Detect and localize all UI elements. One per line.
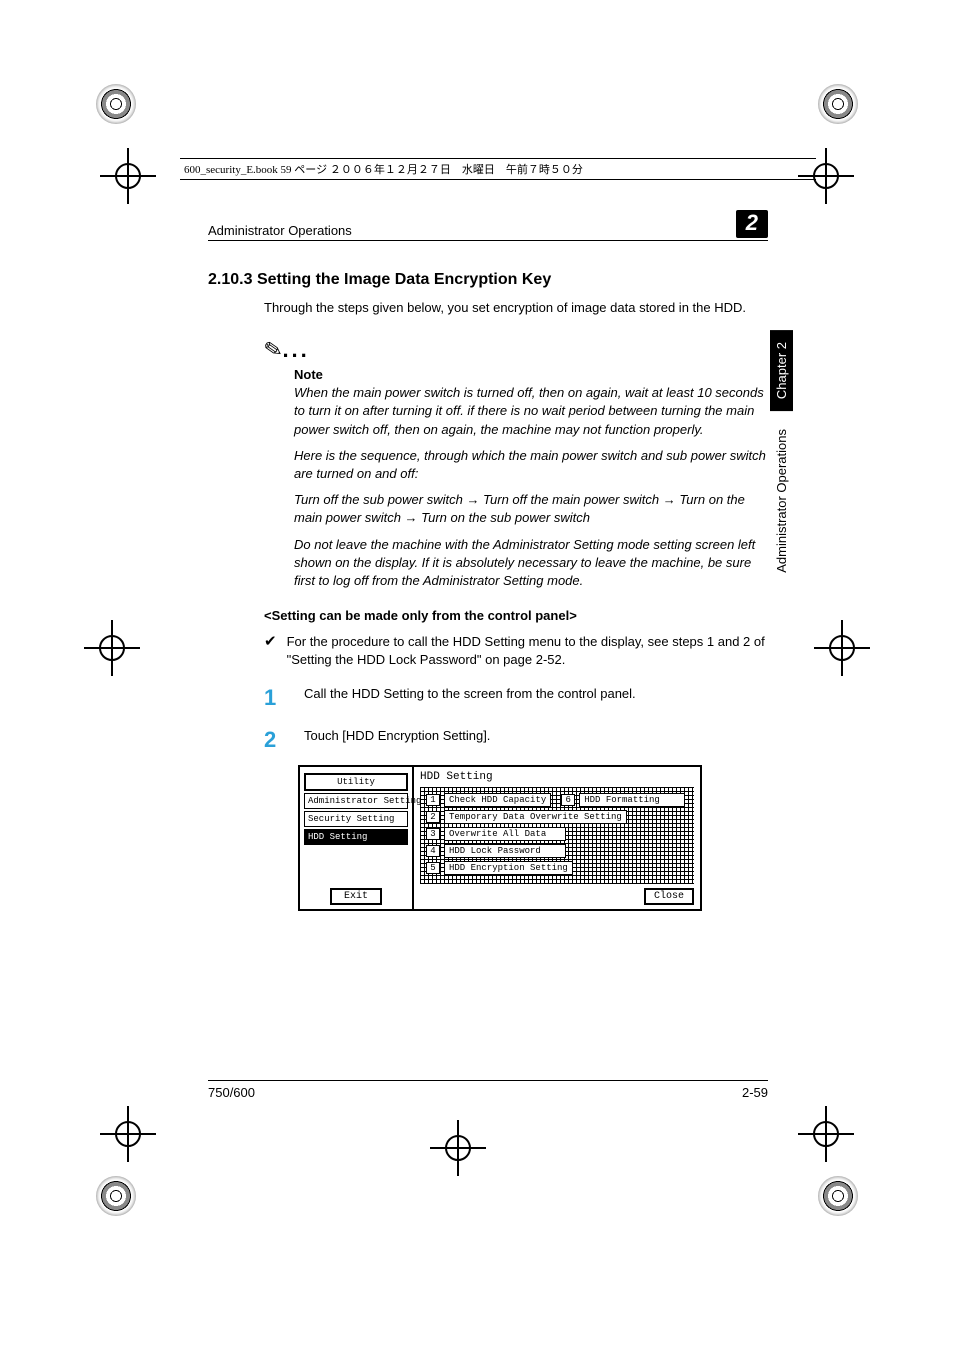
ui-option-button: Check HDD Capacity [444, 793, 551, 807]
registration-mark-icon [100, 1106, 156, 1162]
step-text: Touch [HDD Encryption Setting]. [304, 727, 490, 745]
ui-sidebar-item: Administrator Setting [304, 793, 408, 809]
ui-option-number: 5 [426, 862, 440, 874]
registration-mark-icon [100, 148, 156, 204]
page-footer: 750/600 2-59 [208, 1080, 768, 1100]
note-dots-icon: ... [282, 337, 309, 362]
footer-page-number: 2-59 [742, 1085, 768, 1100]
intro-paragraph: Through the steps given below, you set e… [264, 299, 768, 317]
ui-option-number: 6 [561, 794, 575, 806]
ui-option-button: HDD Encryption Setting [444, 861, 573, 875]
note-paragraph: Turn off the sub power switch → Turn off… [294, 491, 768, 527]
ui-close-button: Close [644, 888, 694, 905]
registration-mark-icon [430, 1120, 486, 1176]
footer-model: 750/600 [208, 1085, 255, 1100]
step-1: 1 Call the HDD Setting to the screen fro… [264, 685, 768, 711]
fiducial-icon [818, 84, 858, 124]
ui-exit-button: Exit [330, 888, 382, 905]
book-header: 600_security_E.book 59 ページ ２００６年１２月２７日 水… [180, 158, 816, 180]
side-tabs: Chapter 2 Administrator Operations [770, 330, 794, 591]
step-number: 1 [264, 685, 284, 711]
ui-sidebar-item: Security Setting [304, 811, 408, 827]
note-paragraph: When the main power switch is turned off… [294, 384, 768, 439]
subheading: <Setting can be made only from the contr… [264, 608, 768, 623]
ui-option-button: HDD Lock Password [444, 844, 566, 858]
ui-option-number: 3 [426, 828, 440, 840]
fiducial-icon [96, 1176, 136, 1216]
fiducial-icon [818, 1176, 858, 1216]
side-tab-chapter: Chapter 2 [770, 330, 793, 411]
check-icon: ✔ [264, 633, 277, 669]
registration-mark-icon [814, 620, 870, 676]
step-text: Call the HDD Setting to the screen from … [304, 685, 636, 703]
step-number: 2 [264, 727, 284, 753]
book-header-text: 600_security_E.book 59 ページ ２００６年１２月２７日 水… [184, 161, 583, 177]
registration-mark-icon [84, 620, 140, 676]
running-header: Administrator Operations [208, 223, 352, 238]
section-title-text: Setting the Image Data Encryption Key [257, 271, 551, 288]
section-number: 2.10.3 [208, 271, 252, 288]
check-item: ✔ For the procedure to call the HDD Sett… [264, 633, 768, 669]
hdd-setting-screenshot: Utility Administrator Setting Security S… [298, 765, 702, 911]
ui-utility-title: Utility [304, 773, 408, 791]
section-heading: 2.10.3 Setting the Image Data Encryption… [208, 271, 768, 289]
note-label: Note [294, 367, 768, 382]
ui-option-button: Overwrite All Data [444, 827, 566, 841]
ui-option-button: Temporary Data Overwrite Setting [444, 810, 627, 824]
note-paragraph: Do not leave the machine with the Admini… [294, 536, 768, 591]
ui-option-number: 2 [426, 811, 440, 823]
note-paragraph: Here is the sequence, through which the … [294, 447, 768, 483]
ui-option-number: 1 [426, 794, 440, 806]
ui-option-button: HDD Formatting [579, 793, 685, 807]
ui-option-number: 4 [426, 845, 440, 857]
side-tab-section: Administrator Operations [770, 417, 793, 585]
ui-sidebar-item-selected: HDD Setting [304, 829, 408, 845]
registration-mark-icon [798, 1106, 854, 1162]
note-block: ✎... Note When the main power switch is … [264, 337, 768, 590]
chapter-badge: 2 [736, 210, 768, 238]
check-text: For the procedure to call the HDD Settin… [287, 633, 768, 669]
step-2: 2 Touch [HDD Encryption Setting]. [264, 727, 768, 753]
ui-panel-title: HDD Setting [420, 771, 694, 783]
fiducial-icon [96, 84, 136, 124]
